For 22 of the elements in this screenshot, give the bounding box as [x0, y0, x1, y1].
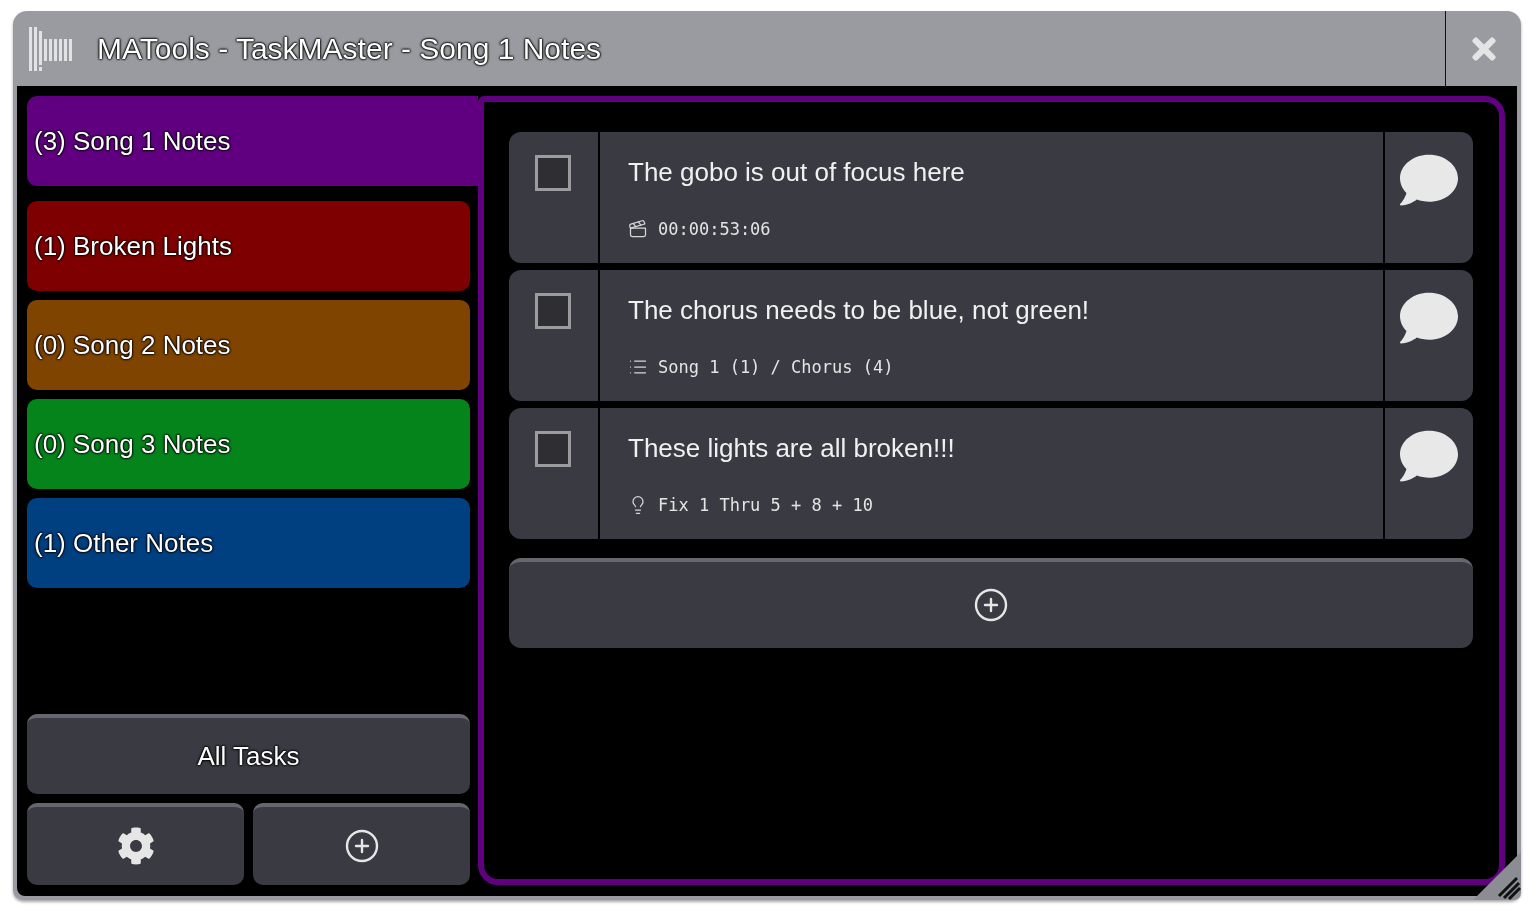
- task-checkbox[interactable]: [534, 293, 571, 329]
- task-list-item[interactable]: (0) Song 2 Notes: [27, 300, 470, 390]
- task-checkbox[interactable]: [534, 431, 571, 467]
- task-detail: Fix 1 Thru 5 + 8 + 10: [658, 494, 873, 516]
- settings-icon: [116, 827, 155, 865]
- settings-button[interactable]: [27, 803, 244, 885]
- all-tasks-button[interactable]: All Tasks: [27, 714, 470, 794]
- task-detail: 00:00:53:06: [658, 218, 771, 240]
- task-list-item[interactable]: (0) Song 3 Notes: [27, 399, 470, 489]
- plus-circle-icon: [343, 828, 380, 864]
- window-title: MATools - TaskMAster - Song 1 Notes: [97, 31, 603, 66]
- task-detail: Song 1 (1) / Chorus (4): [658, 356, 894, 378]
- task-title: The chorus needs to be blue, not green!: [628, 295, 1090, 325]
- plus-circle-icon: [973, 587, 1009, 623]
- task-list-item[interactable]: (3) Song 1 Notes: [27, 96, 478, 186]
- task-list-item[interactable]: (1) Other Notes: [27, 498, 470, 588]
- task-checkbox[interactable]: [534, 155, 571, 191]
- resize-grip-icon[interactable]: [1473, 852, 1521, 900]
- task-title: The gobo is out of focus here: [628, 157, 965, 187]
- task-list-item[interactable]: (1) Broken Lights: [27, 201, 470, 291]
- clapperboard-icon: [628, 219, 648, 239]
- task-title: These lights are all broken!!!: [628, 433, 955, 463]
